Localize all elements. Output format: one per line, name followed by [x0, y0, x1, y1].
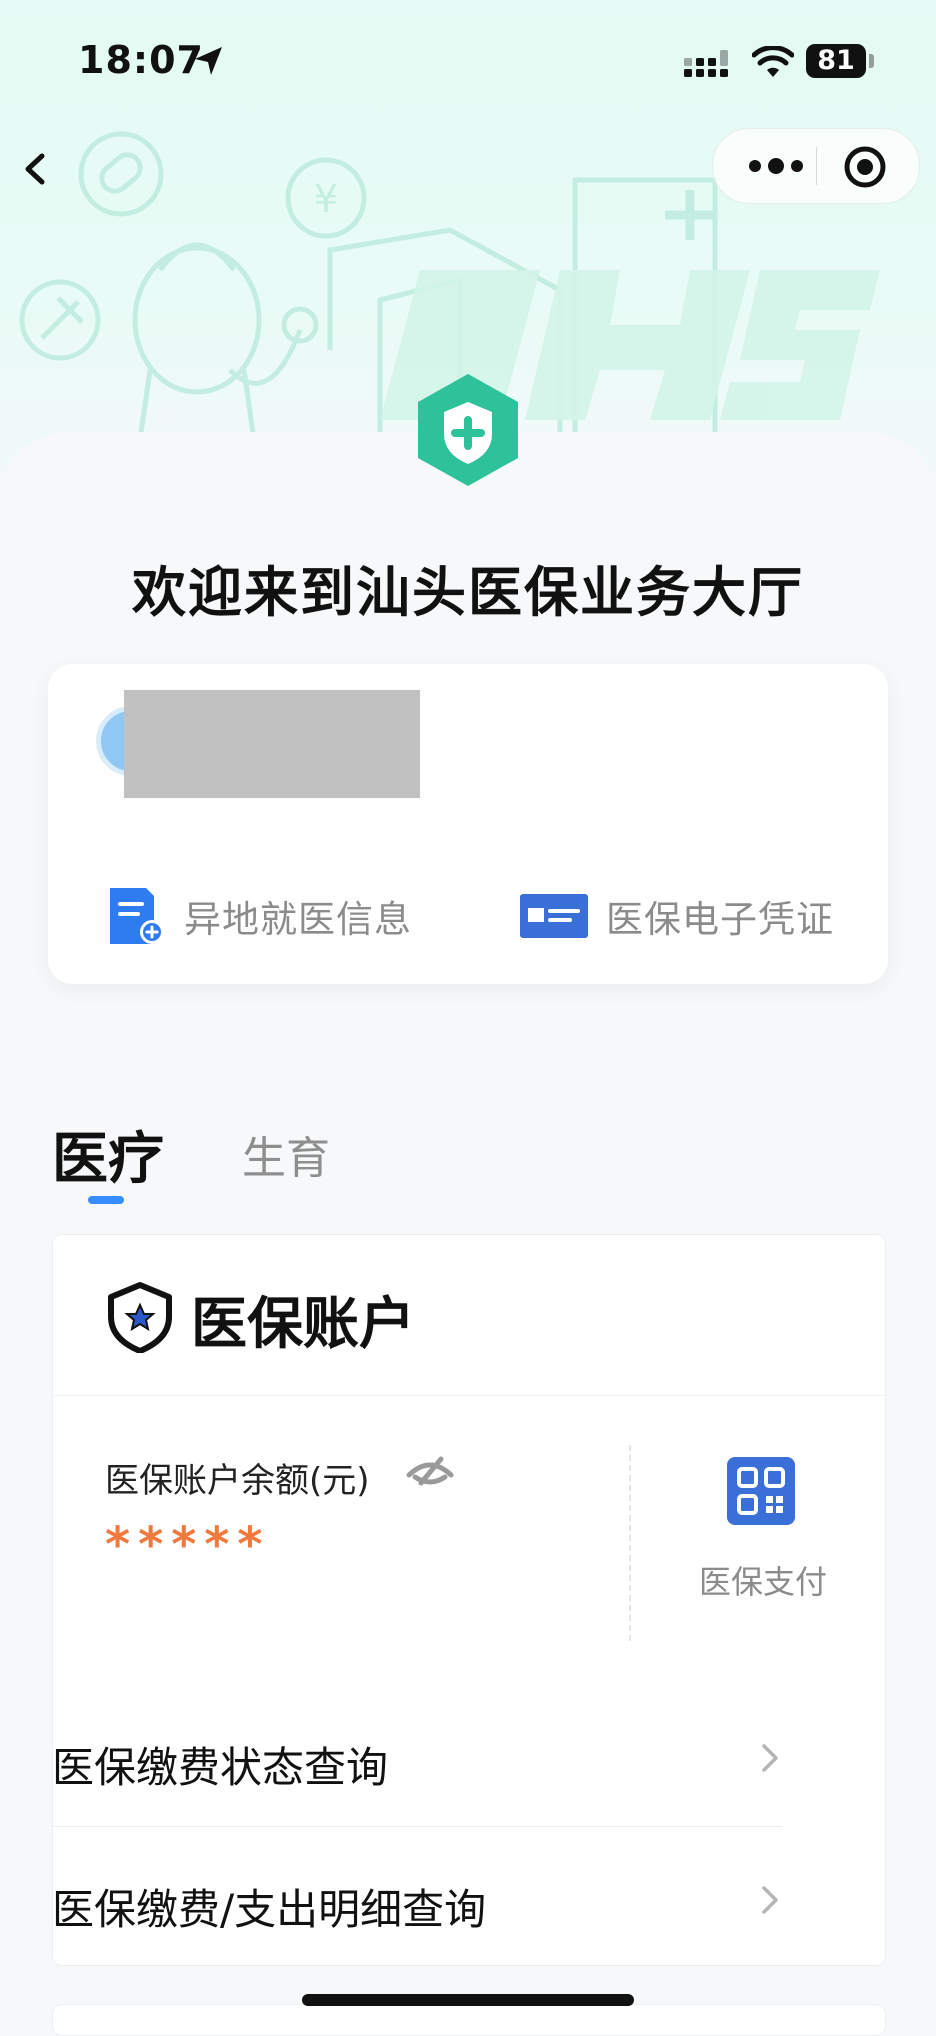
status-time: 18:07 — [78, 38, 204, 82]
status-bar: 18:07 81 — [0, 0, 936, 110]
active-tab-indicator — [88, 1196, 124, 1204]
user-name-redacted — [124, 690, 420, 798]
insurance-pay-button[interactable]: 医保支付 — [673, 1457, 853, 1633]
chevron-right-icon — [762, 1744, 778, 1772]
document-plus-icon — [110, 888, 164, 944]
offsite-medical-info-link[interactable]: 异地就医信息 — [106, 886, 412, 946]
location-arrow-icon — [195, 47, 222, 75]
battery-tip — [869, 54, 874, 68]
close-mini-program-icon[interactable] — [843, 145, 887, 189]
menu-payment-status-query[interactable]: 医保缴费状态查询 — [52, 1686, 782, 1827]
offsite-medical-info-label: 异地就医信息 — [184, 898, 412, 941]
mini-program-capsule — [712, 128, 920, 204]
insurance-e-voucher-link[interactable]: 医保电子凭证 — [520, 886, 834, 946]
id-card-icon — [520, 894, 588, 938]
balance-value: ***** — [105, 1517, 271, 1573]
category-tabs: 医疗 生育 — [0, 1100, 936, 1220]
shield-logo-icon — [418, 374, 518, 486]
capsule-divider — [816, 147, 817, 185]
battery-indicator: 81 — [806, 44, 866, 78]
menu-payment-detail-query[interactable]: 医保缴费/支出明细查询 — [52, 1828, 782, 1968]
next-card-peek — [52, 2004, 886, 2036]
eye-hidden-icon[interactable] — [405, 1453, 455, 1489]
menu-label: 医保缴费/支出明细查询 — [52, 1885, 487, 1934]
insurance-pay-label: 医保支付 — [698, 1563, 827, 1601]
more-options-icon[interactable] — [741, 149, 811, 183]
cellular-signal-icon — [684, 50, 728, 77]
menu-label: 医保缴费状态查询 — [52, 1743, 389, 1792]
account-card-header: 医保账户 — [53, 1235, 885, 1396]
tab-medical[interactable]: 医疗 — [52, 1114, 164, 1195]
back-icon[interactable] — [14, 144, 54, 194]
user-card: 异地就医信息 医保电子凭证 — [48, 664, 888, 984]
insurance-e-voucher-label: 医保电子凭证 — [606, 898, 834, 941]
balance-label: 医保账户余额(元) — [105, 1461, 370, 1501]
qr-code-icon — [727, 1457, 795, 1525]
wifi-icon — [752, 46, 794, 77]
svg-text:¥: ¥ — [314, 177, 338, 221]
chevron-right-icon — [762, 1886, 778, 1914]
account-title: 医保账户 — [191, 1292, 415, 1357]
tab-maternity[interactable]: 生育 — [242, 1122, 330, 1186]
home-indicator[interactable] — [302, 1994, 634, 2006]
balance-divider — [629, 1445, 631, 1641]
shield-star-icon — [108, 1282, 172, 1353]
page-title: 欢迎来到汕头医保业务大厅 — [132, 561, 804, 624]
